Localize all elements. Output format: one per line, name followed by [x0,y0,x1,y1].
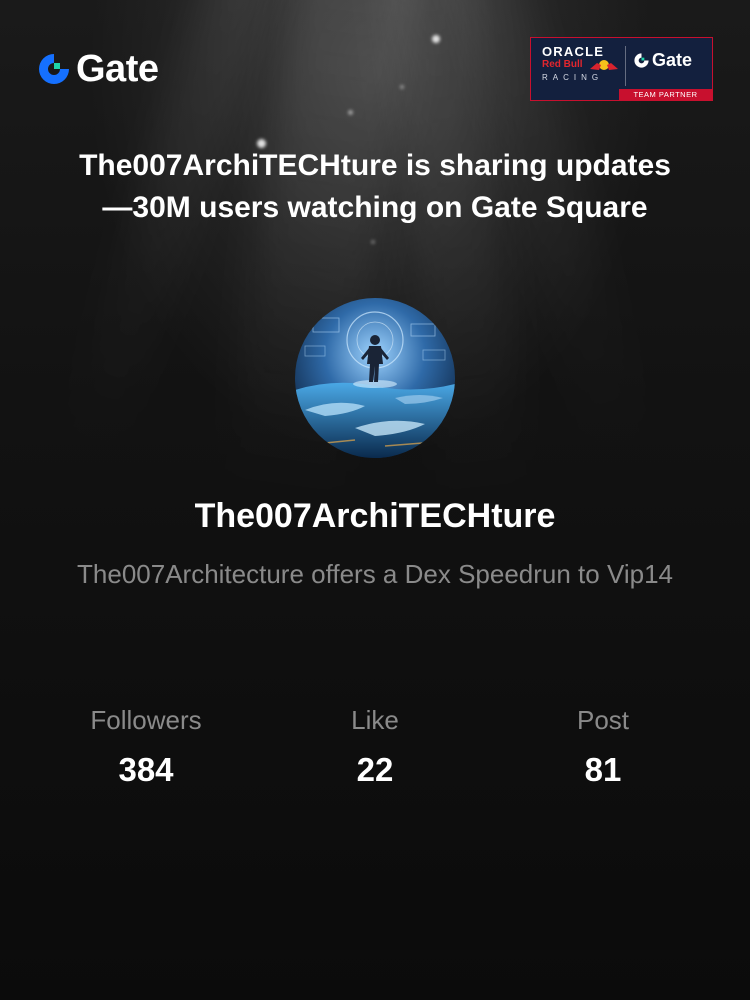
username: The007ArchiTECHture [194,497,556,535]
partner-oracle-text: ORACLE [542,44,605,59]
stat-label: Followers [90,705,202,735]
team-partner-label: TEAM PARTNER [619,89,712,100]
stat-value: 384 [118,751,174,788]
sparkle-decoration [432,35,440,43]
red-bull-icon [590,60,618,70]
headline-line-2: —30M users watching on Gate Square [102,191,648,224]
sparkle-decoration [348,110,353,115]
partner-gate-text: Gate [652,50,693,70]
share-card: Gate ORACLE Red Bull RACING Gate TEAM PA… [0,0,750,1000]
stat-label: Like [351,705,399,735]
gate-logo-icon [634,52,649,68]
avatar [295,298,455,458]
partner-badge: ORACLE Red Bull RACING Gate TEAM PARTNER [530,37,713,101]
partner-divider [625,46,626,86]
stat-value: 81 [584,751,622,788]
headline: The007ArchiTECHture is sharing updates —… [40,145,710,229]
gate-logo: Gate [36,48,159,90]
stat-value: 22 [356,751,394,788]
partner-racing-text: RACING [542,73,604,82]
sparkle-decoration [371,240,375,244]
stat-like: Like 22 [265,702,485,790]
stat-label: Post [576,705,630,735]
sparkle-decoration [400,85,404,89]
bio: The007Architecture offers a Dex Speedrun… [77,559,673,589]
avatar-cyber-figure-icon [295,298,455,458]
partner-gate-logo: Gate [633,51,692,69]
gate-logo-text: Gate [76,48,159,90]
stat-followers: Followers 384 [36,702,256,790]
headline-line-1: The007ArchiTECHture is sharing updates [79,149,671,182]
partner-redbull-text: Red Bull [542,59,583,70]
stat-post: Post 81 [493,702,713,790]
gate-logo-icon [39,54,69,84]
